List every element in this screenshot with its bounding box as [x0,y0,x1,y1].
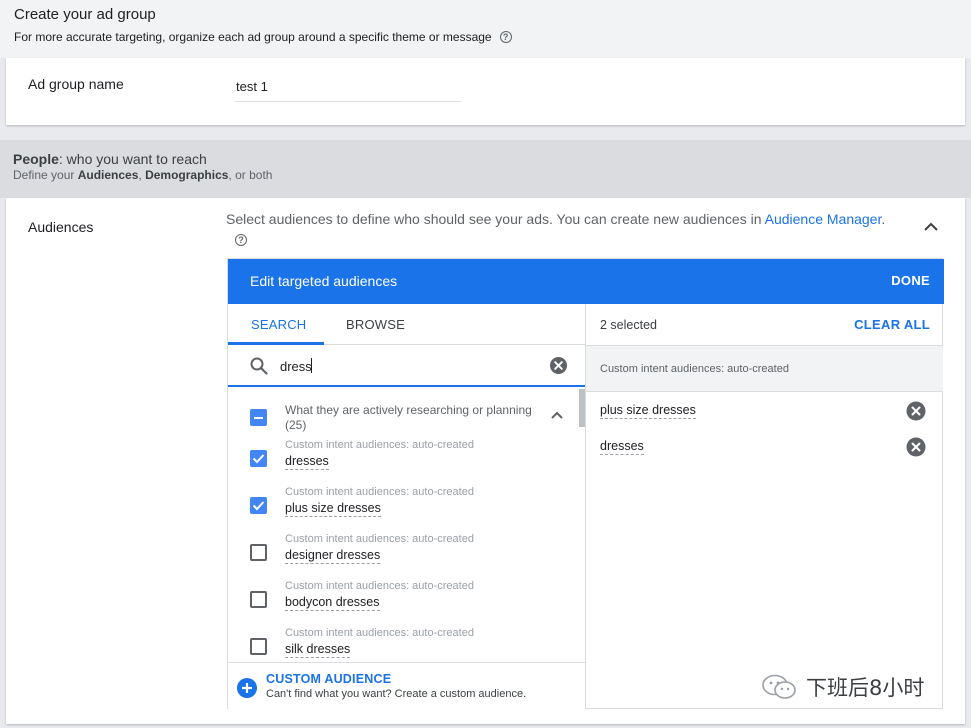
result-category: Custom intent audiences: auto-created [285,486,474,498]
group-checkbox[interactable] [250,409,267,426]
help-icon[interactable]: ? [235,234,247,246]
selected-item-name: plus size dresses [600,403,696,419]
result-checkbox[interactable] [250,591,267,608]
check-icon [252,501,265,511]
audience-manager-link[interactable]: Audience Manager [765,211,882,227]
page-title: Create your ad group [14,6,156,23]
selected-item: plus size dresses [586,393,943,429]
ad-group-name-label: Ad group name [28,76,124,92]
people-title: People: who you want to reach [13,151,207,167]
audiences-help: ? [235,230,247,248]
remove-icon[interactable] [906,401,926,421]
selected-group-header: Custom intent audiences: auto-created [586,346,943,392]
selected-item: dresses [586,429,943,465]
ad-group-name-input[interactable] [235,72,461,102]
result-item[interactable]: Custom intent audiences: auto-created bo… [228,577,578,624]
people-section-header: People: who you want to reach Define you… [0,140,971,198]
result-item[interactable]: Custom intent audiences: auto-created si… [228,624,578,662]
check-icon [252,454,265,464]
people-sub-post: , or both [228,168,273,182]
result-checkbox[interactable] [250,544,267,561]
custom-audience-footer: CUSTOM AUDIENCE Can't find what you want… [228,662,585,709]
audiences-card: Audiences Select audiences to define who… [6,198,965,724]
editor-header-bar: Edit targeted audiences DONE [228,259,944,304]
wechat-icon [762,674,796,699]
result-checkbox-checked[interactable] [250,497,267,514]
watermark-text: 下班后8小时 [806,676,925,700]
result-item[interactable]: Custom intent audiences: auto-created pl… [228,483,578,530]
search-row [228,345,585,387]
search-input[interactable] [280,354,540,378]
done-button[interactable]: DONE [891,273,930,288]
ad-group-name-card: Ad group name [6,58,965,125]
result-name: bodycon dresses [285,595,380,611]
selected-pane: 2 selected CLEAR ALL Custom intent audie… [586,304,943,709]
audiences-description: Select audiences to define who should se… [226,211,885,227]
result-name: designer dresses [285,548,381,564]
people-title-rest: : who you want to reach [58,151,207,167]
search-pane: SEARCH BROWSE What they are actively res… [228,304,586,709]
page-subtitle-text: For more accurate targeting, organize ea… [14,30,492,44]
editor-title: Edit targeted audiences [250,273,398,289]
selected-header: 2 selected CLEAR ALL [586,304,943,346]
audience-editor: Edit targeted audiences DONE SEARCH BROW… [227,258,944,709]
group-count: (25) [285,418,307,432]
tab-search[interactable]: SEARCH [251,317,306,332]
search-icon [250,357,268,375]
custom-audience-hint: Can't find what you want? Create a custo… [266,688,527,700]
people-sub-audiences: Audiences [77,168,139,182]
help-icon[interactable]: ? [499,31,512,43]
editor-tabs: SEARCH BROWSE [228,304,585,345]
selected-group-label: Custom intent audiences: auto-created [600,363,789,375]
clear-all-button[interactable]: CLEAR ALL [854,317,930,332]
page-subtitle: For more accurate targeting, organize ea… [14,30,512,44]
selected-count: 2 selected [600,318,657,332]
result-item[interactable]: Custom intent audiences: auto-created dr… [228,436,578,483]
people-subtitle: Define your Audiences, Demographics, or … [13,168,272,182]
result-item[interactable]: Custom intent audiences: auto-created de… [228,530,578,577]
result-name: plus size dresses [285,501,381,517]
selected-item-name: dresses [600,439,644,455]
people-sub-demographics: Demographics [145,168,229,182]
custom-audience-button[interactable]: CUSTOM AUDIENCE [266,672,391,686]
people-title-bold: People [13,151,59,167]
group-label-text: What they are actively researching or pl… [285,403,532,417]
audiences-description-text: Select audiences to define who should se… [226,211,765,227]
watermark: 下班后8小时 [760,671,924,703]
tab-browse[interactable]: BROWSE [346,317,405,332]
ad-group-header: Create your ad group For more accurate t… [0,0,971,58]
result-checkbox[interactable] [250,638,267,655]
search-results: What they are actively researching or pl… [228,389,585,662]
audiences-description-suffix: . [881,211,886,227]
result-category: Custom intent audiences: auto-created [285,439,474,451]
group-label: What they are actively researching or pl… [285,403,545,433]
clear-search-icon[interactable] [549,356,568,375]
audiences-label: Audiences [28,219,94,235]
result-category: Custom intent audiences: auto-created [285,533,474,545]
result-category: Custom intent audiences: auto-created [285,627,474,639]
chevron-up-icon[interactable] [922,220,940,234]
result-checkbox-checked[interactable] [250,450,267,467]
result-name: silk dresses [285,642,351,658]
chevron-up-icon[interactable] [550,410,564,420]
result-category: Custom intent audiences: auto-created [285,580,474,592]
people-sub-pre: Define your [13,168,78,182]
text-cursor [311,358,312,373]
results-scrollbar[interactable] [579,389,585,427]
add-circle-icon[interactable] [237,678,257,698]
result-name: dresses [285,454,329,470]
result-group-header[interactable]: What they are actively researching or pl… [228,389,578,436]
remove-icon[interactable] [906,437,926,457]
